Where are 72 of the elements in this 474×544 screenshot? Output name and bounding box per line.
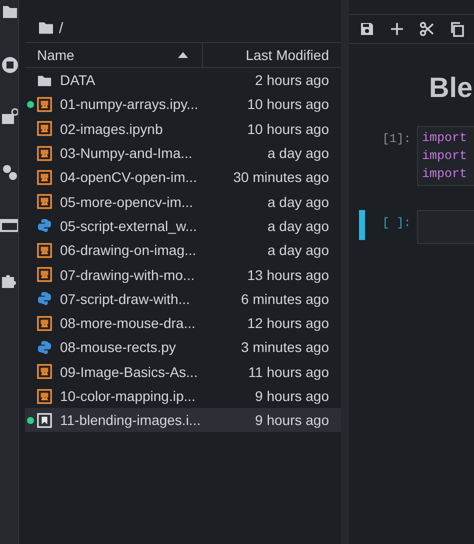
file-name: 08-more-mouse-dra... — [60, 315, 196, 332]
modified-time: 3 minutes ago — [241, 339, 330, 356]
notebook-icon — [37, 194, 52, 210]
file-row[interactable]: 05-more-opencv-im... a day ago — [25, 189, 341, 214]
file-name: 07-drawing-with-mo... — [60, 266, 196, 283]
modified-time: a day ago — [268, 194, 330, 210]
file-row[interactable]: 02-images.ipynb 10 hours ago — [25, 116, 341, 141]
cut-icon[interactable] — [419, 21, 435, 37]
notebook-icon — [37, 170, 52, 185]
notebook-icon — [37, 146, 52, 161]
file-row[interactable]: 10-color-mapping.ip... 9 hours ago — [25, 384, 341, 408]
breadcrumb[interactable]: / — [59, 20, 64, 36]
file-row[interactable]: 08-mouse-rects.py 3 minutes ago — [25, 335, 341, 360]
modified-time: 13 hours ago — [247, 266, 330, 283]
modified-column-header[interactable]: Last Modified — [203, 43, 341, 67]
copy-icon[interactable] — [449, 21, 465, 37]
file-name: 04-openCV-open-im... — [60, 169, 198, 186]
file-row[interactable]: 11-blending-images.i... 9 hours ago — [25, 408, 341, 432]
file-row[interactable]: 05-script-external_w... a day ago — [25, 214, 341, 238]
folder-icon — [39, 22, 53, 34]
notebook-icon — [37, 121, 52, 136]
notebook-icon — [37, 242, 52, 258]
file-row[interactable]: 03-Numpy-and-Ima... a day ago — [25, 140, 341, 166]
file-row[interactable]: 04-openCV-open-im... 30 minutes ago — [25, 165, 341, 190]
cell-prompt: [ ]: — [381, 215, 412, 230]
file-row[interactable]: DATA 2 hours ago — [25, 68, 341, 92]
modified-time: 11 hours ago — [248, 364, 330, 380]
file-name: 05-script-external_w... — [60, 218, 198, 234]
file-name: 03-Numpy-and-Ima... — [60, 145, 194, 162]
notebook-icon — [37, 316, 52, 331]
modified-time: a day ago — [268, 242, 330, 258]
notebook-icon — [37, 412, 52, 428]
file-row[interactable]: 07-script-draw-with... 6 minutes ago — [25, 286, 341, 311]
notebook-icon — [37, 96, 52, 112]
python-icon — [37, 340, 52, 355]
python-icon — [37, 218, 52, 234]
file-name: 09-Image-Basics-As... — [60, 364, 199, 380]
notebook-heading: Ble — [429, 72, 474, 104]
modified-time: 2 hours ago — [255, 72, 330, 88]
modified-time: 10 hours ago — [247, 120, 330, 137]
notebook-icon — [37, 388, 52, 404]
modified-time: a day ago — [268, 218, 330, 234]
file-row[interactable]: 07-drawing-with-mo... 13 hours ago — [25, 262, 341, 287]
name-column-header[interactable]: Name — [25, 43, 203, 67]
file-row[interactable]: 06-drawing-on-imag... a day ago — [25, 238, 341, 262]
file-name: 11-blending-images.i... — [60, 412, 202, 428]
file-row[interactable]: 01-numpy-arrays.ipy... 10 hours ago — [25, 92, 341, 117]
file-name: 07-script-draw-with... — [60, 290, 191, 307]
file-name: 01-numpy-arrays.ipy... — [60, 96, 200, 112]
modified-time: 9 hours ago — [255, 388, 330, 404]
save-icon[interactable] — [359, 21, 375, 37]
modified-time: 10 hours ago — [247, 96, 330, 112]
modified-time: 6 minutes ago — [241, 290, 330, 307]
file-name: 06-drawing-on-imag... — [60, 242, 198, 258]
modified-time: 9 hours ago — [255, 412, 330, 428]
file-name: DATA — [60, 72, 96, 88]
modified-time: a day ago — [268, 145, 330, 162]
file-row[interactable]: 09-Image-Basics-As... 11 hours ago — [25, 360, 341, 384]
notebook-icon — [37, 267, 52, 282]
python-icon — [37, 291, 52, 306]
add-icon[interactable] — [389, 21, 405, 37]
code-cell[interactable]: import import import — [417, 126, 474, 186]
modified-time: 30 minutes ago — [233, 169, 330, 186]
cell-prompt: [1]: — [381, 131, 412, 146]
modified-time: 12 hours ago — [247, 315, 330, 332]
file-row[interactable]: 08-more-mouse-dra... 12 hours ago — [25, 310, 341, 336]
file-name: 02-images.ipynb — [60, 120, 164, 137]
file-name: 05-more-opencv-im... — [60, 194, 194, 210]
file-name: 10-color-mapping.ip... — [60, 388, 196, 404]
notebook-icon — [37, 364, 52, 380]
file-name: 08-mouse-rects.py — [60, 339, 177, 356]
stop-icon[interactable] — [0, 54, 18, 76]
